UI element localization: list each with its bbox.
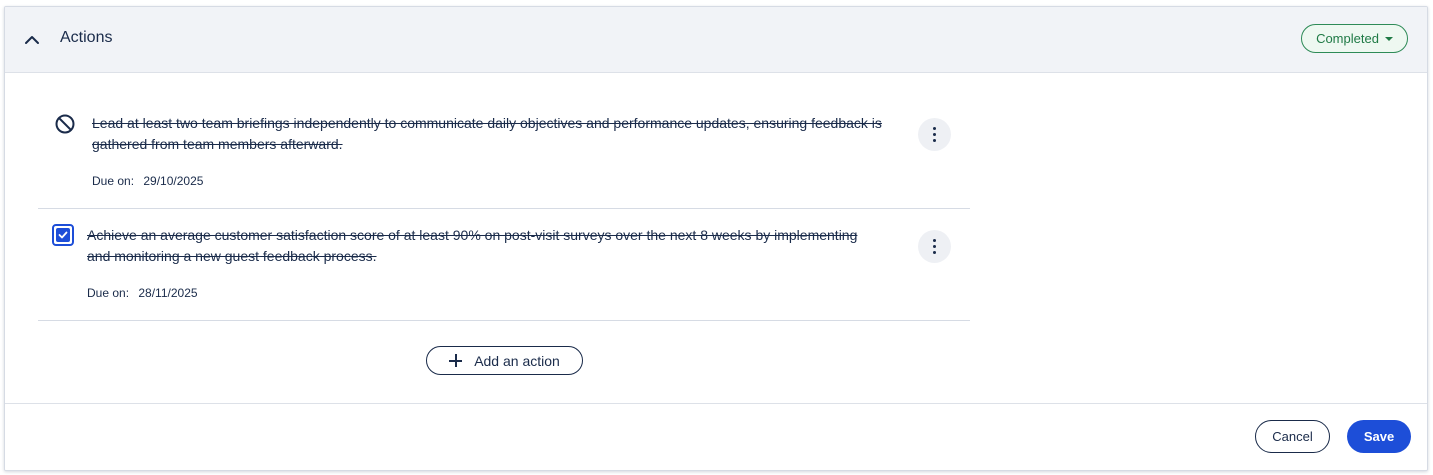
caret-down-icon	[1384, 37, 1393, 41]
more-vertical-icon[interactable]	[918, 118, 951, 151]
action-item: Lead at least two team briefings indepen…	[38, 73, 970, 209]
due-value: 28/11/2025	[138, 286, 198, 300]
plus-icon	[449, 354, 463, 367]
status-label: Completed	[1316, 31, 1379, 46]
action-text: Achieve an average customer satisfaction…	[87, 227, 858, 264]
actions-panel: Actions Completed Lead at least two team…	[4, 6, 1428, 471]
due-label: Due on:	[92, 174, 135, 188]
chevron-up-icon[interactable]	[23, 31, 41, 49]
action-item: Achieve an average customer satisfaction…	[38, 209, 970, 321]
blocked-icon	[55, 114, 75, 134]
more-vertical-icon[interactable]	[918, 230, 951, 263]
action-text: Lead at least two team briefings indepen…	[92, 115, 882, 152]
due-value: 29/10/2025	[143, 174, 204, 188]
save-button[interactable]: Save	[1347, 420, 1411, 453]
actions-header[interactable]: Actions Completed	[5, 7, 1427, 73]
checkmark-icon	[56, 228, 70, 242]
due-date: Due on: 29/10/2025	[92, 174, 203, 188]
due-date: Due on: 28/11/2025	[87, 286, 198, 300]
cancel-button[interactable]: Cancel	[1255, 420, 1330, 453]
due-label: Due on:	[87, 286, 130, 300]
completed-checkbox[interactable]	[52, 224, 74, 246]
panel-footer: Cancel Save	[5, 403, 1427, 470]
add-action-button[interactable]: Add an action	[426, 346, 583, 375]
status-dropdown[interactable]: Completed	[1301, 24, 1408, 53]
add-action-label: Add an action	[474, 352, 560, 369]
section-title: Actions	[60, 29, 113, 46]
